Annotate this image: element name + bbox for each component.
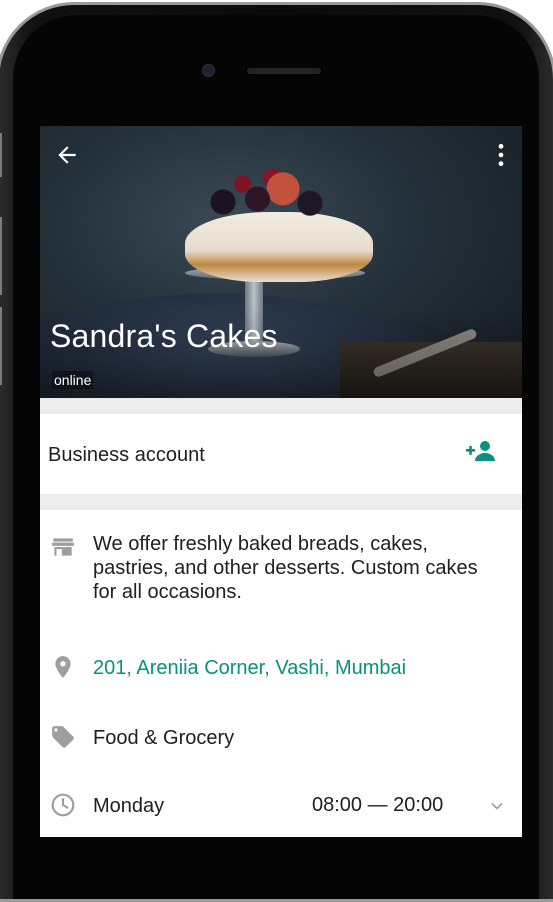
clock-icon xyxy=(51,793,75,817)
business-description: We offer freshly baked breads, cakes, pa… xyxy=(93,533,478,603)
location-pin-icon xyxy=(55,656,71,678)
volume-down-button xyxy=(0,307,2,385)
earpiece-speaker xyxy=(247,68,321,74)
hours-row[interactable]: Monday 08:00 — 20:00 xyxy=(40,792,522,822)
tag-icon xyxy=(52,726,74,748)
hours-time: 08:00 — 20:00 xyxy=(312,794,444,816)
back-arrow-icon[interactable] xyxy=(54,142,80,168)
business-name: Sandra's Cakes xyxy=(50,318,278,354)
category-row: Food & Grocery xyxy=(40,724,522,754)
description-row: We offer freshly baked breads, cakes, pa… xyxy=(40,532,522,622)
volume-up-button xyxy=(0,217,2,295)
business-info-section: We offer freshly baked breads, cakes, pa… xyxy=(40,510,522,837)
photo-berries xyxy=(190,166,340,226)
presence-status: online xyxy=(52,371,94,389)
business-category: Food & Grocery xyxy=(93,727,235,749)
store-icon xyxy=(52,538,74,556)
front-camera xyxy=(202,64,215,77)
hours-day: Monday xyxy=(93,795,165,817)
chevron-down-icon[interactable] xyxy=(489,798,505,814)
add-contact-icon[interactable] xyxy=(465,438,497,464)
business-account-card[interactable]: Business account xyxy=(40,414,522,494)
more-vert-icon[interactable] xyxy=(496,142,506,168)
app-screen: Sandra's Cakes online Business account W… xyxy=(40,126,522,837)
section-divider xyxy=(40,494,522,510)
address-row[interactable]: 201, Areniia Corner, Vashi, Mumbai xyxy=(40,654,522,684)
section-divider xyxy=(40,398,522,414)
mute-switch xyxy=(0,133,2,177)
header-photo: Sandra's Cakes online xyxy=(40,126,522,398)
business-address[interactable]: 201, Areniia Corner, Vashi, Mumbai xyxy=(93,656,406,680)
business-account-label: Business account xyxy=(48,444,205,466)
